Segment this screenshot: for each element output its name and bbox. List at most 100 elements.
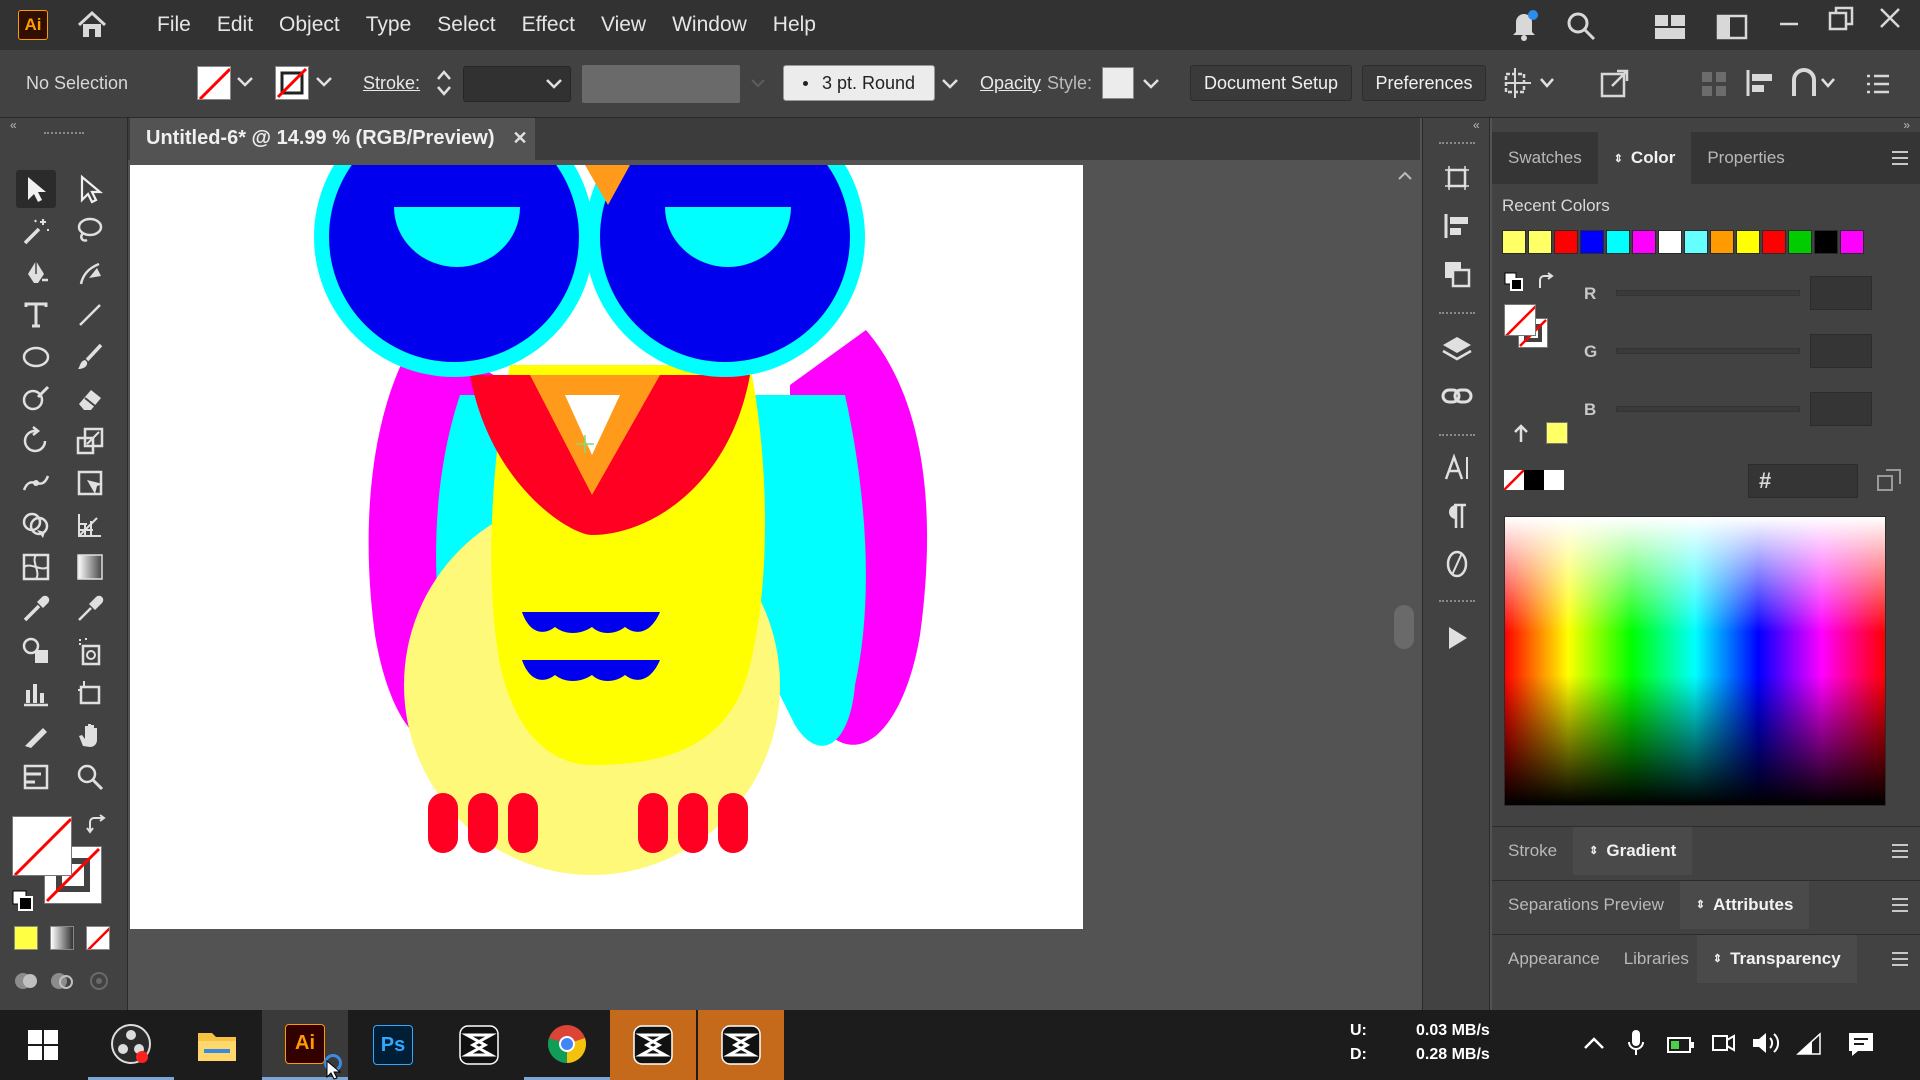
home-icon[interactable] [74, 7, 110, 43]
tab-swatches[interactable]: Swatches [1492, 132, 1598, 184]
color-panel-fill-box[interactable] [1504, 304, 1536, 336]
menu-edit[interactable]: Edit [204, 13, 266, 37]
recent-color-swatch[interactable] [1814, 230, 1838, 254]
slice-tool-icon[interactable] [16, 716, 56, 754]
document-setup-button[interactable]: Document Setup [1190, 65, 1352, 101]
recent-color-swatch[interactable] [1554, 230, 1578, 254]
mesh-tool-icon[interactable] [16, 548, 56, 586]
tray-volume-icon[interactable] [1750, 1030, 1780, 1056]
recent-color-swatch[interactable] [1528, 230, 1552, 254]
taskbar-capcut-icon-3[interactable] [698, 1010, 784, 1080]
stroke-swatch[interactable] [275, 66, 309, 100]
tray-notifications-icon[interactable] [1846, 1030, 1876, 1058]
shaper-tool-icon[interactable] [16, 380, 56, 418]
collapse-panels-icon[interactable]: » [1903, 118, 1910, 132]
shape-builder-tool-icon[interactable] [16, 506, 56, 544]
panel-menu-icon[interactable] [1890, 150, 1910, 166]
scale-tool-icon[interactable] [70, 422, 110, 460]
document-tab[interactable]: Untitled-6* @ 14.99 % (RGB/Preview) ✕ [130, 118, 535, 160]
recent-color-swatch[interactable] [1736, 230, 1760, 254]
color-picker-tool-icon[interactable] [70, 590, 110, 628]
recent-color-swatch[interactable] [1580, 230, 1604, 254]
eyedropper-tool-icon[interactable] [16, 590, 56, 628]
ellipse-tool-icon[interactable] [16, 338, 56, 376]
out-of-gamut-icon[interactable] [1512, 424, 1530, 444]
stroke-panel-menu-icon[interactable] [1890, 843, 1910, 859]
artboards-panel-icon[interactable] [1437, 158, 1477, 198]
copy-hex-icon[interactable] [1876, 468, 1902, 494]
close-window-icon[interactable] [1878, 6, 1902, 30]
restore-window-icon[interactable] [1828, 6, 1854, 32]
draw-behind-icon[interactable] [50, 970, 76, 992]
pen-tool-icon[interactable] [16, 254, 56, 292]
paragraph-panel-icon[interactable] [1437, 496, 1477, 536]
strip-grip-2[interactable] [1439, 312, 1475, 314]
gradient-mode-button[interactable] [50, 926, 74, 950]
tab-separations-preview[interactable]: Separations Preview [1492, 881, 1680, 929]
tray-battery-icon[interactable] [1666, 1032, 1696, 1056]
tools-grip[interactable] [44, 132, 84, 136]
color-mode-button[interactable] [14, 926, 38, 950]
close-tab-icon[interactable]: ✕ [513, 128, 528, 149]
width-tool-icon[interactable] [16, 464, 56, 502]
default-fill-stroke-icon[interactable] [12, 890, 34, 912]
tab-appearance[interactable]: Appearance [1492, 935, 1616, 983]
fill-color-box[interactable] [12, 816, 72, 876]
workspace-switcher-icon[interactable] [1654, 14, 1686, 40]
selection-tool-icon[interactable] [16, 170, 56, 208]
tab-properties[interactable]: Properties [1691, 132, 1800, 184]
arrange-documents-icon[interactable] [1716, 14, 1748, 40]
vertical-scrollbar[interactable] [1390, 165, 1418, 1005]
swap-fill-stroke-icon[interactable] [86, 814, 110, 838]
direct-selection-tool-icon[interactable] [70, 170, 110, 208]
column-graph-tool-icon[interactable] [16, 674, 56, 712]
variable-width-profile-dropdown[interactable] [582, 65, 740, 103]
stroke-weight-chevron-icon[interactable] [545, 77, 563, 91]
none-color-swatch[interactable] [1504, 470, 1524, 490]
pathfinder-panel-icon[interactable] [1437, 254, 1477, 294]
channel-g-slider[interactable] [1616, 348, 1800, 354]
hex-input[interactable]: # [1748, 464, 1858, 498]
stroke-dropdown-chevron-icon[interactable] [315, 75, 333, 89]
menu-select[interactable]: Select [424, 13, 508, 37]
taskbar-capcut-icon[interactable] [436, 1010, 522, 1080]
control-bar-menu-icon[interactable] [1865, 72, 1891, 96]
strip-grip-3[interactable] [1439, 434, 1475, 436]
fill-dropdown-chevron-icon[interactable] [236, 75, 254, 89]
type-tool-icon[interactable] [16, 296, 56, 334]
character-panel-icon[interactable] [1437, 448, 1477, 488]
brush-definition-chevron-icon[interactable] [941, 77, 959, 91]
taskbar-photoshop-icon[interactable]: Ps [350, 1010, 436, 1080]
paintbrush-tool-icon[interactable] [70, 338, 110, 376]
free-transform-tool-icon[interactable] [70, 464, 110, 502]
align-left-icon[interactable] [1745, 68, 1777, 98]
draw-normal-icon[interactable] [14, 970, 40, 992]
distribute-objects-icon[interactable] [1700, 70, 1728, 98]
recent-color-swatch[interactable] [1788, 230, 1812, 254]
menu-view[interactable]: View [588, 13, 659, 37]
symbol-sprayer-tool-icon[interactable] [70, 632, 110, 670]
gradient-tool-icon[interactable] [70, 548, 110, 586]
shape-builder-dropdown-icon[interactable] [1790, 68, 1836, 98]
menu-effect[interactable]: Effect [509, 13, 588, 37]
perspective-grid-tool-icon[interactable] [70, 506, 110, 544]
color-spectrum[interactable] [1504, 516, 1886, 806]
links-panel-icon[interactable] [1437, 376, 1477, 416]
hand-tool-icon[interactable] [70, 716, 110, 754]
notifications-bell-icon[interactable] [1508, 8, 1540, 42]
collapse-tools-icon[interactable]: « [10, 118, 17, 132]
blend-tool-icon[interactable] [16, 632, 56, 670]
tab-stroke[interactable]: Stroke [1492, 827, 1573, 875]
align-panel-icon[interactable] [1437, 206, 1477, 246]
fill-swatch[interactable] [197, 66, 231, 100]
search-icon[interactable] [1565, 10, 1597, 42]
menu-object[interactable]: Object [266, 13, 353, 37]
curvature-tool-icon[interactable] [70, 254, 110, 292]
recent-color-swatch[interactable] [1606, 230, 1630, 254]
tray-chevron-up-icon[interactable] [1582, 1034, 1606, 1052]
print-tiling-tool-icon[interactable] [16, 758, 56, 796]
channel-r-input[interactable] [1810, 276, 1872, 310]
recent-color-swatch[interactable] [1684, 230, 1708, 254]
tab-attributes[interactable]: ⇕ Attributes [1679, 880, 1810, 929]
line-segment-tool-icon[interactable] [70, 296, 110, 334]
